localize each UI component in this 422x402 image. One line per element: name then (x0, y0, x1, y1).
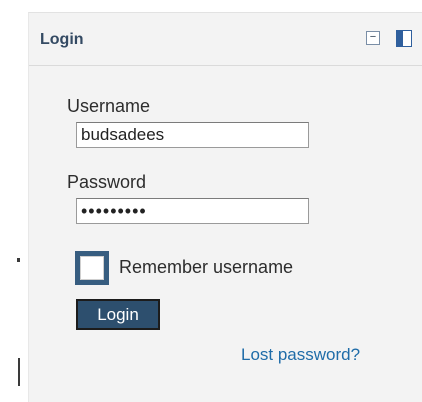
password-field[interactable] (76, 198, 309, 224)
remember-checkbox[interactable] (75, 251, 109, 285)
block-title: Login (40, 31, 84, 48)
edge-mark (18, 358, 20, 386)
password-label: Password (67, 172, 147, 192)
login-button[interactable]: Login (76, 299, 160, 330)
remember-checkbox-box (80, 256, 104, 280)
remember-label[interactable]: Remember username (119, 257, 293, 278)
edge-mark (17, 258, 20, 262)
lost-password-link[interactable]: Lost password? (241, 345, 360, 365)
login-block: Login − Username Password Remember usern… (28, 12, 422, 402)
minus-box-icon[interactable]: − (366, 31, 380, 45)
username-label: Username (67, 96, 151, 116)
block-header: Login − (29, 13, 422, 66)
dock-icon[interactable] (396, 30, 412, 47)
dock-icon-fill (397, 31, 403, 46)
username-field[interactable] (76, 122, 309, 148)
